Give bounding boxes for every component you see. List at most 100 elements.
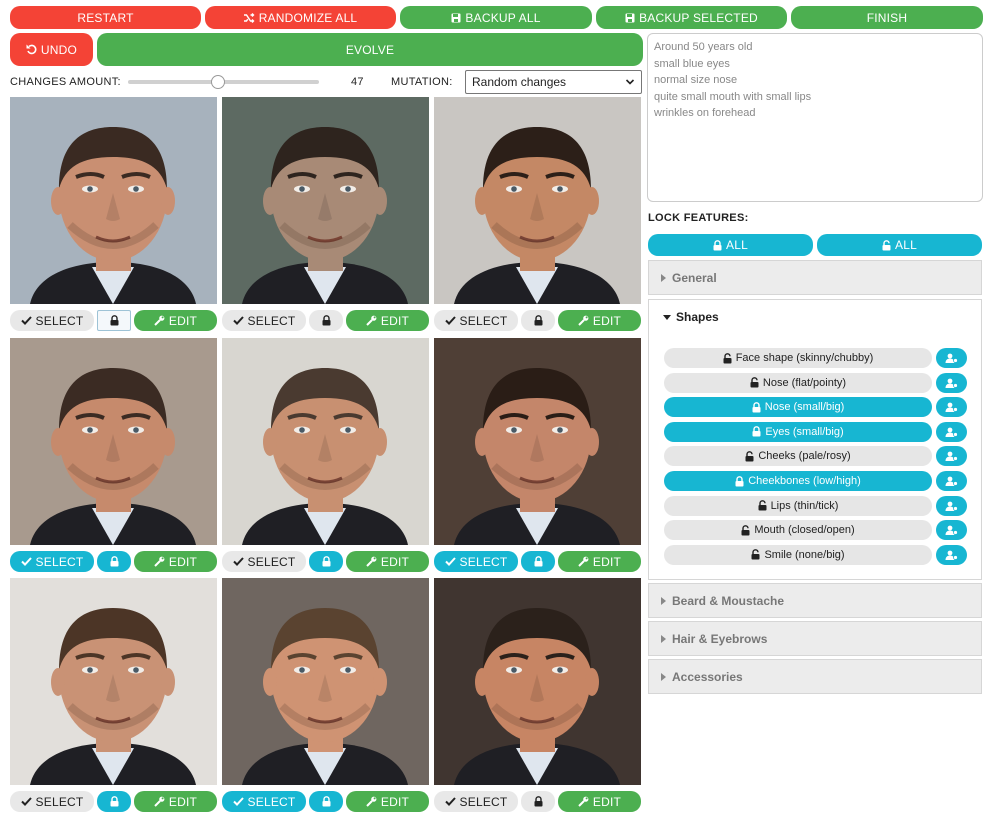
shape-feature-toggle[interactable]: Mouth (closed/open) <box>664 520 932 541</box>
accordion-hair-eyebrows[interactable]: Hair & Eyebrows <box>648 621 982 656</box>
feature-profile-button[interactable] <box>936 495 967 516</box>
lock-toggle-button[interactable] <box>97 310 131 331</box>
select-button[interactable]: SELECT <box>434 791 518 812</box>
check-icon <box>20 797 32 806</box>
edit-button[interactable]: EDIT <box>134 551 217 572</box>
accordion-accessories[interactable]: Accessories <box>648 659 982 694</box>
face-image[interactable] <box>434 578 641 785</box>
lock-toggle-button[interactable] <box>309 791 343 812</box>
lock-toggle-button[interactable] <box>521 551 555 572</box>
finish-label: FINISH <box>866 10 908 25</box>
unlock-all-button[interactable]: ALL <box>817 234 982 256</box>
description-textarea[interactable]: Around 50 years old small blue eyes norm… <box>647 33 983 202</box>
undo-button[interactable]: UNDO <box>10 33 93 66</box>
shape-feature-toggle[interactable]: Nose (flat/pointy) <box>664 372 932 393</box>
feature-profile-button[interactable] <box>936 544 967 565</box>
shape-feature-toggle[interactable]: Cheeks (pale/rosy) <box>664 446 932 467</box>
accordion-beard-label: Beard & Moustache <box>672 593 785 608</box>
shape-feature-label: Face shape (skinny/chubby) <box>735 352 874 364</box>
shape-feature-label: Nose (small/big) <box>764 401 845 414</box>
edit-button[interactable]: EDIT <box>134 791 217 812</box>
caret-down-icon <box>663 314 671 320</box>
evolve-button[interactable]: EVOLVE <box>97 33 643 66</box>
accordion-hair-label: Hair & Eyebrows <box>672 631 768 646</box>
lock-toggle-button[interactable] <box>521 791 555 812</box>
edit-button[interactable]: EDIT <box>558 551 641 572</box>
unlock-icon <box>741 524 750 536</box>
shape-feature-toggle[interactable]: Nose (small/big) <box>664 397 932 418</box>
edit-button[interactable]: EDIT <box>346 310 429 331</box>
wrench-icon <box>154 315 165 326</box>
lock-toggle-button[interactable] <box>309 310 343 331</box>
feature-profile-button[interactable] <box>936 372 967 393</box>
shape-feature-toggle[interactable]: Face shape (skinny/chubby) <box>664 348 932 368</box>
select-button[interactable]: SELECT <box>434 551 518 572</box>
wrench-icon <box>366 796 377 807</box>
lock-toggle-button[interactable] <box>97 551 131 572</box>
edit-button[interactable]: EDIT <box>346 791 429 812</box>
lock-toggle-button[interactable] <box>521 310 555 331</box>
floppy-disk-icon <box>451 13 461 23</box>
lock-toggle-button[interactable] <box>309 551 343 572</box>
face-image[interactable] <box>10 97 217 304</box>
edit-button[interactable]: EDIT <box>134 310 217 331</box>
select-label: SELECT <box>247 794 296 809</box>
lock-all-button[interactable]: ALL <box>648 234 813 256</box>
shape-feature-toggle[interactable]: Smile (none/big) <box>664 544 932 565</box>
caret-right-icon <box>661 672 666 681</box>
lock-toggle-button[interactable] <box>97 791 131 812</box>
evolve-label: EVOLVE <box>345 42 395 57</box>
face-image[interactable] <box>10 578 217 785</box>
accordion-beard-moustache[interactable]: Beard & Moustache <box>648 583 982 618</box>
edit-button[interactable]: EDIT <box>558 791 641 812</box>
wrench-icon <box>578 315 589 326</box>
mutation-select[interactable]: Random changes <box>465 70 642 94</box>
face-image[interactable] <box>10 338 217 545</box>
face-image[interactable] <box>222 578 429 785</box>
user-cog-icon <box>945 451 958 462</box>
unlock-icon <box>751 549 760 560</box>
feature-profile-button[interactable] <box>936 471 967 491</box>
shape-feature-toggle[interactable]: Cheekbones (low/high) <box>664 471 932 491</box>
select-button[interactable]: SELECT <box>222 310 306 331</box>
select-button[interactable]: SELECT <box>222 551 306 572</box>
check-icon <box>232 557 244 566</box>
face-image[interactable] <box>222 97 429 304</box>
feature-profile-button[interactable] <box>936 520 967 541</box>
accordion-general[interactable]: General <box>648 260 982 295</box>
description-line: Around 50 years old <box>654 41 753 53</box>
face-image[interactable] <box>434 338 641 545</box>
backup-all-button[interactable]: BACKUP ALL <box>400 6 592 29</box>
face-image[interactable] <box>222 338 429 545</box>
edit-label: EDIT <box>168 794 198 809</box>
select-button[interactable]: SELECT <box>10 310 94 331</box>
shape-feature-label: Eyes (small/big) <box>765 425 844 438</box>
lock-icon <box>322 315 331 326</box>
select-label: SELECT <box>35 313 84 328</box>
feature-profile-button[interactable] <box>936 397 967 418</box>
feature-profile-button[interactable] <box>936 348 967 368</box>
edit-button[interactable]: EDIT <box>346 551 429 572</box>
shape-feature-toggle[interactable]: Lips (thin/tick) <box>664 495 932 516</box>
shape-feature-toggle[interactable]: Eyes (small/big) <box>664 421 932 442</box>
unlock-icon <box>882 239 891 251</box>
face-image[interactable] <box>434 97 641 304</box>
select-button[interactable]: SELECT <box>10 551 94 572</box>
unlock-icon <box>723 352 732 364</box>
edit-label: EDIT <box>592 313 622 328</box>
feature-profile-button[interactable] <box>936 446 967 467</box>
select-button[interactable]: SELECT <box>222 791 306 812</box>
user-cog-icon <box>945 378 958 388</box>
user-cog-icon <box>945 427 958 437</box>
feature-profile-button[interactable] <box>936 421 967 442</box>
changes-amount-slider-handle[interactable] <box>210 75 225 89</box>
edit-button[interactable]: EDIT <box>558 310 641 331</box>
restart-button[interactable]: RESTART <box>10 6 201 29</box>
lock-features-title: LOCK FEATURES: <box>648 212 749 224</box>
backup-selected-button[interactable]: BACKUP SELECTED <box>596 6 787 29</box>
randomize-all-button[interactable]: RANDOMIZE ALL <box>205 6 396 29</box>
finish-button[interactable]: FINISH <box>791 6 983 29</box>
accordion-shapes-header[interactable]: Shapes <box>663 310 719 324</box>
select-button[interactable]: SELECT <box>434 310 518 331</box>
select-button[interactable]: SELECT <box>10 791 94 812</box>
